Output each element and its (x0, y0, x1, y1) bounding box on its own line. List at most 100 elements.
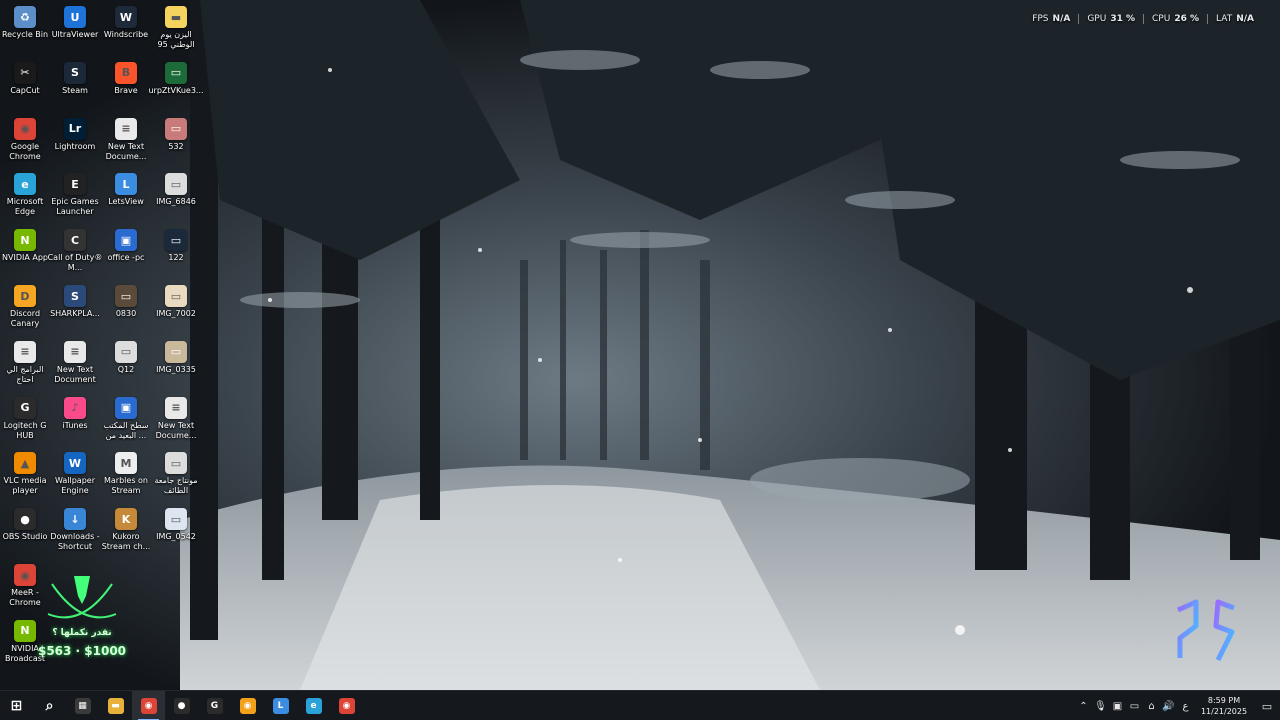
itunes-icon: ♪ (64, 396, 86, 419)
kukoro-icon: K (115, 508, 137, 531)
windscribe-icon: W (115, 6, 137, 28)
stat-value: 31 % (1110, 14, 1136, 24)
desktop-icon[interactable]: W Windscribe (101, 2, 151, 56)
desktop-icon[interactable]: ● OBS Studio (0, 504, 50, 558)
nvidia-icon[interactable]: ▣ (1109, 691, 1126, 720)
desktop-icon[interactable]: N NVIDIA App (0, 225, 50, 279)
desktop-icon[interactable]: Lr Lightroom (50, 114, 100, 168)
taskbar-store[interactable]: ▦ (66, 691, 99, 720)
taskbar-apps: ⊞ ⌕ ▦ ▬ ◉ ● G ◉ Le ◉ (0, 690, 363, 720)
recycle-bin-icon: ♻ (14, 6, 36, 28)
search-button[interactable]: ⌕ (33, 691, 66, 720)
badge-amount: $563 · $1000 (37, 644, 127, 658)
desktop-icon[interactable]: L LetsView (101, 169, 151, 223)
desktop-icon[interactable]: D Discord Canary (0, 281, 50, 335)
taskbar-explorer[interactable]: ▬ (99, 691, 132, 720)
desktop-icon[interactable]: ↓ Downloads - Shortcut (50, 504, 100, 558)
taskbar-ghub[interactable]: G (198, 691, 231, 720)
steam-icon: S (64, 61, 86, 84)
stat-value: 26 % (1174, 14, 1200, 24)
desktop-icon[interactable]: e Microsoft Edge (0, 169, 50, 223)
desktop-icon[interactable]: S Steam (50, 58, 100, 112)
microphone-icon[interactable]: 🎙 (1092, 691, 1109, 720)
input-language[interactable]: ع (1177, 691, 1194, 720)
monitor-icon[interactable]: ▭ (1126, 691, 1143, 720)
taskbar-chrome[interactable]: ◉ (132, 690, 165, 720)
desktop-icon[interactable]: ▭ مونتاج جامعة الطائف (151, 448, 201, 502)
image-file-icon: ▭ (165, 508, 187, 531)
desktop-icon[interactable]: ▭ Q12 (101, 337, 151, 391)
logitech-icon: G (14, 396, 36, 419)
desktop-icon[interactable]: B Brave (101, 58, 151, 112)
desktop-icon[interactable]: ▭ IMG_0335 (151, 337, 201, 391)
store-icon: ▦ (74, 697, 91, 714)
stat-gpu: GPU 31 % (1078, 14, 1143, 24)
notification-center-icon[interactable]: ▭ (1254, 691, 1280, 720)
downloads-icon: ↓ (64, 508, 86, 531)
vlc-icon: ▲ (14, 452, 36, 475)
volume-icon[interactable]: 🔊 (1160, 691, 1177, 720)
taskbar-obs[interactable]: ● (165, 691, 198, 720)
desktop-icon[interactable]: ▣ سطح المكتب البعيد من ... (101, 393, 151, 447)
obs-icon: ● (14, 508, 36, 531)
desktop-icon-label: Downloads - Shortcut (50, 532, 100, 552)
text-file-icon: ≡ (14, 340, 36, 363)
desktop-icon[interactable]: ▭ IMG_7002 (151, 281, 201, 335)
stat-label: LAT (1216, 14, 1233, 24)
desktop-icon[interactable]: U UltraViewer (50, 2, 100, 56)
desktop-icon[interactable]: E Epic Games Launcher (50, 169, 100, 223)
desktop-icon[interactable]: ≡ البرامج الي احتاج (0, 337, 50, 391)
taskbar-letsview[interactable]: L (264, 691, 297, 720)
desktop-icon[interactable]: ♻ Recycle Bin (0, 2, 50, 56)
desktop-icon-label: NVIDIA App (2, 253, 48, 263)
stat-label: FPS (1032, 14, 1049, 24)
chrome-icon: ◉ (338, 697, 355, 714)
desktop-icon[interactable]: ≡ New Text Document (50, 337, 100, 391)
desktop-icon[interactable]: ▣ office -pc (101, 225, 151, 279)
desktop-icon[interactable]: ✂ CapCut (0, 58, 50, 112)
desktop-icon-label: Logitech G HUB (3, 420, 47, 440)
desktop-icon[interactable]: G Logitech G HUB (0, 393, 50, 447)
desktop-icon[interactable]: ▲ VLC media player (0, 448, 50, 502)
taskbar-chrome-2[interactable]: ◉ (330, 691, 363, 720)
obs-icon: ● (173, 697, 190, 714)
network-icon[interactable]: ⌂ (1143, 691, 1160, 720)
desktop-icon[interactable]: ▭ IMG_0542 (151, 504, 201, 558)
chevron-up-icon[interactable]: ⌃ (1075, 691, 1092, 720)
start-button[interactable]: ⊞ (0, 691, 33, 720)
desktop-icon[interactable]: ≡ New Text Docume... (101, 114, 151, 168)
desktop-icon[interactable]: ◉ Google Chrome (0, 114, 50, 168)
desktop-icon-label: Call of Duty® M... (47, 253, 103, 273)
image-file-icon: ▭ (115, 285, 137, 307)
desktop-icon[interactable]: K Kukoro Stream ch... (101, 504, 151, 558)
clock[interactable]: 8:59 PM 11/21/2025 (1200, 695, 1248, 717)
desktop-icon-label: urpZtVKue3... (148, 85, 204, 95)
desktop-icon[interactable]: C Call of Duty® M... (47, 225, 103, 279)
desktop-icon[interactable]: ▭ urpZtVKue3... (148, 58, 204, 112)
desktop-icon[interactable]: ▭ 122 (151, 225, 201, 279)
desktop-icon[interactable]: M Marbles on Stream (101, 448, 151, 502)
desktop-icon[interactable]: S SHARKPLA... (50, 281, 100, 335)
desktop-icon-label: 122 (168, 253, 184, 263)
desktop-icon[interactable]: ≡ New Text Docume... (151, 393, 201, 447)
chrome-icon: ◉ (14, 564, 36, 586)
desktop-icon-label: New Text Docume... (105, 141, 147, 161)
desktop-icon[interactable]: ▬ اليزن يوم الوطني 95 (151, 2, 201, 56)
image-file-icon: ▭ (165, 452, 187, 475)
folder-icon: ▬ (165, 6, 187, 28)
desktop-icon[interactable]: ♪ iTunes (50, 393, 100, 447)
desktop-icon[interactable]: W Wallpaper Engine (50, 448, 100, 502)
desktop-icon-label: 0830 (115, 309, 137, 318)
remote-desktop-icon: ▣ (115, 229, 137, 252)
taskbar-chrome-canary[interactable]: ◉ (231, 691, 264, 720)
image-file-icon: ▭ (165, 285, 187, 307)
brand-logo (1172, 598, 1240, 666)
desktop-icon[interactable]: ▭ 532 (151, 114, 201, 168)
system-tray: ⌃ 🎙 ▣ ▭ ⌂ 🔊 ع 8:59 PM 11/21/2025 ▭ (1075, 691, 1280, 720)
desktop-icon[interactable]: ▭ 0830 (101, 281, 151, 335)
taskbar-edge[interactable]: e (297, 691, 330, 720)
desktop-icon-label: 532 (168, 141, 184, 151)
windows-icon: ⊞ (10, 697, 23, 714)
text-file-icon: ≡ (115, 117, 137, 140)
desktop-icon[interactable]: ▭ IMG_6846 (151, 169, 201, 223)
